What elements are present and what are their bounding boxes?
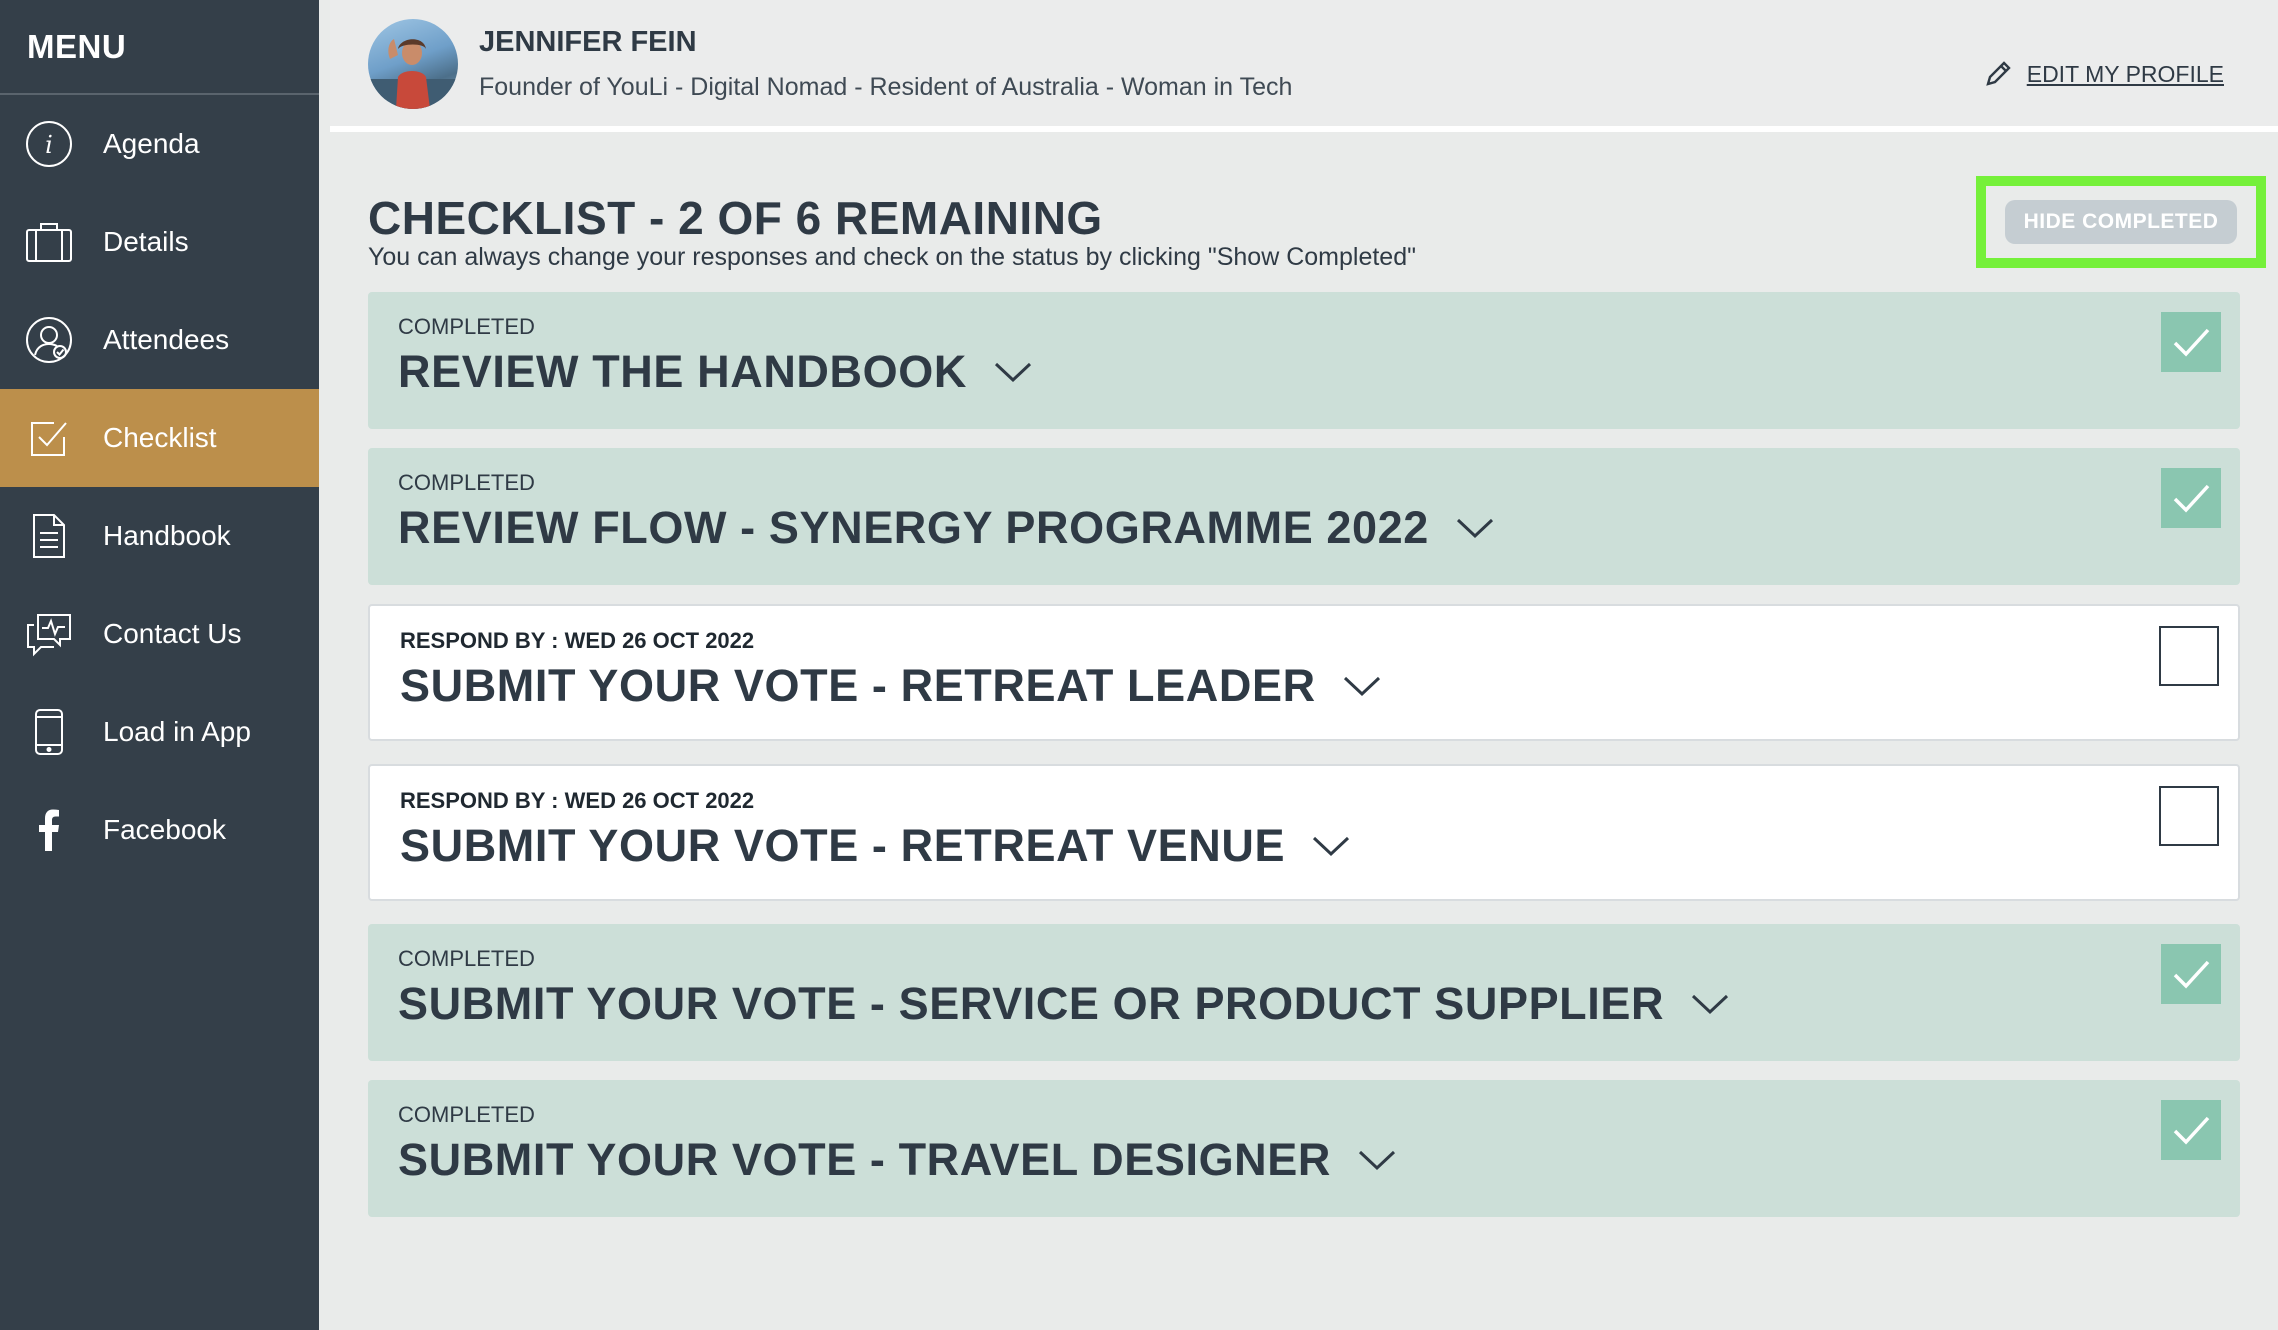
status-label: COMPLETED	[398, 946, 535, 971]
respond-date: WED 26 OCT 2022	[564, 628, 755, 653]
task-title-toggle[interactable]: REVIEW THE HANDBOOK	[398, 346, 1033, 398]
task-checkbox[interactable]	[2161, 944, 2221, 1004]
task-status: COMPLETED	[398, 314, 535, 340]
page-title: CHECKLIST - 2 OF 6 REMAINING	[368, 192, 1103, 244]
briefcase-icon	[24, 217, 74, 267]
task-title-toggle[interactable]: SUBMIT YOUR VOTE - RETREAT VENUE	[400, 820, 1351, 872]
sidebar-item-attendees[interactable]: Attendees	[0, 291, 319, 389]
edit-profile-link[interactable]: EDIT MY PROFILE	[1981, 57, 2224, 91]
svg-text:i: i	[45, 131, 53, 159]
chevron-down-icon	[1313, 836, 1350, 857]
task-checkbox[interactable]	[2159, 626, 2219, 686]
chevron-down-icon	[994, 362, 1031, 383]
chevron-down-icon	[1358, 1150, 1396, 1171]
hide-completed-highlight: HIDE COMPLETED	[1976, 176, 2266, 268]
respond-date: WED 26 OCT 2022	[564, 788, 755, 813]
sidebar-item-label: Details	[103, 226, 189, 257]
task-checkbox[interactable]	[2161, 468, 2221, 528]
checklist-item: COMPLETED SUBMIT YOUR VOTE - TRAVEL DESI…	[368, 1080, 2240, 1217]
chevron-down-icon	[1692, 994, 1729, 1015]
edit-profile-label: EDIT MY PROFILE	[2026, 60, 2224, 87]
status-label: COMPLETED	[398, 470, 535, 495]
sidebar-item-label: Checklist	[103, 422, 217, 453]
sidebar-item-label: Handbook	[103, 520, 231, 551]
hide-completed-button[interactable]: HIDE COMPLETED	[2005, 200, 2237, 244]
chevron-down-icon	[1456, 518, 1493, 539]
task-status: COMPLETED	[398, 1102, 535, 1128]
task-title-toggle[interactable]: SUBMIT YOUR VOTE - SERVICE OR PRODUCT SU…	[398, 978, 1730, 1030]
chevron-down-icon	[1343, 676, 1380, 697]
facebook-icon	[24, 805, 74, 855]
sidebar: MENU i Agenda Details Attendees Checklis…	[0, 0, 319, 1330]
task-title: REVIEW FLOW - SYNERGY PROGRAMME 2022	[398, 502, 1429, 553]
info-icon: i	[24, 119, 74, 169]
checklist-item: RESPOND BY : WED 26 OCT 2022 SUBMIT YOUR…	[368, 604, 2240, 741]
task-title: SUBMIT YOUR VOTE - RETREAT VENUE	[400, 820, 1286, 871]
profile-header: JENNIFER FEIN Founder of YouLi - Digital…	[330, 0, 2278, 132]
sidebar-item-label: Agenda	[103, 128, 200, 159]
task-checkbox[interactable]	[2159, 786, 2219, 846]
status-label: COMPLETED	[398, 1102, 535, 1127]
task-checkbox[interactable]	[2161, 312, 2221, 372]
menu-title: MENU	[0, 0, 319, 95]
sidebar-item-details[interactable]: Details	[0, 193, 319, 291]
user-check-icon	[24, 315, 74, 365]
checklist-item: RESPOND BY : WED 26 OCT 2022 SUBMIT YOUR…	[368, 764, 2240, 901]
task-status: COMPLETED	[398, 470, 535, 496]
checkmark-icon	[2173, 1116, 2210, 1145]
task-title-toggle[interactable]: SUBMIT YOUR VOTE - TRAVEL DESIGNER	[398, 1134, 1397, 1186]
pencil-icon	[1985, 61, 2011, 86]
document-icon	[24, 511, 74, 561]
sidebar-item-handbook[interactable]: Handbook	[0, 487, 319, 585]
sidebar-item-facebook[interactable]: Facebook	[0, 781, 319, 879]
sidebar-item-label: Contact Us	[103, 618, 242, 649]
sidebar-item-agenda[interactable]: i Agenda	[0, 95, 319, 193]
task-status: COMPLETED	[398, 946, 535, 972]
checkmark-icon	[2173, 328, 2210, 357]
avatar	[368, 19, 458, 109]
sidebar-item-load-in-app[interactable]: Load in App	[0, 683, 319, 781]
task-status: RESPOND BY : WED 26 OCT 2022	[400, 628, 754, 654]
task-title: REVIEW THE HANDBOOK	[398, 346, 967, 397]
task-title-toggle[interactable]: REVIEW FLOW - SYNERGY PROGRAMME 2022	[398, 502, 1495, 554]
checkmark-icon	[2173, 960, 2210, 989]
status-label: COMPLETED	[398, 314, 535, 339]
sidebar-item-label: Attendees	[103, 324, 230, 355]
checklist-item: COMPLETED REVIEW THE HANDBOOK	[368, 292, 2240, 429]
sidebar-item-checklist[interactable]: Checklist	[0, 389, 319, 487]
user-name: JENNIFER FEIN	[479, 26, 697, 58]
task-title-toggle[interactable]: SUBMIT YOUR VOTE - RETREAT LEADER	[400, 660, 1382, 712]
task-title: SUBMIT YOUR VOTE - SERVICE OR PRODUCT SU…	[398, 978, 1665, 1029]
chat-icon	[24, 609, 74, 659]
sidebar-item-contact-us[interactable]: Contact Us	[0, 585, 319, 683]
page-subtitle: You can always change your responses and…	[368, 243, 1416, 271]
task-title: SUBMIT YOUR VOTE - RETREAT LEADER	[400, 660, 1316, 711]
status-label: RESPOND BY :	[400, 628, 565, 653]
phone-icon	[24, 707, 74, 757]
checklist-item: COMPLETED SUBMIT YOUR VOTE - SERVICE OR …	[368, 924, 2240, 1061]
checkbox-icon	[24, 413, 74, 463]
user-bio: Founder of YouLi - Digital Nomad - Resid…	[479, 73, 1293, 101]
checkmark-icon	[2173, 484, 2210, 513]
sidebar-item-label: Facebook	[103, 814, 226, 845]
task-title: SUBMIT YOUR VOTE - TRAVEL DESIGNER	[398, 1134, 1331, 1185]
sidebar-item-label: Load in App	[103, 716, 251, 747]
task-status: RESPOND BY : WED 26 OCT 2022	[400, 788, 754, 814]
status-label: RESPOND BY :	[400, 788, 565, 813]
task-checkbox[interactable]	[2161, 1100, 2221, 1160]
checklist-item: COMPLETED REVIEW FLOW - SYNERGY PROGRAMM…	[368, 448, 2240, 585]
